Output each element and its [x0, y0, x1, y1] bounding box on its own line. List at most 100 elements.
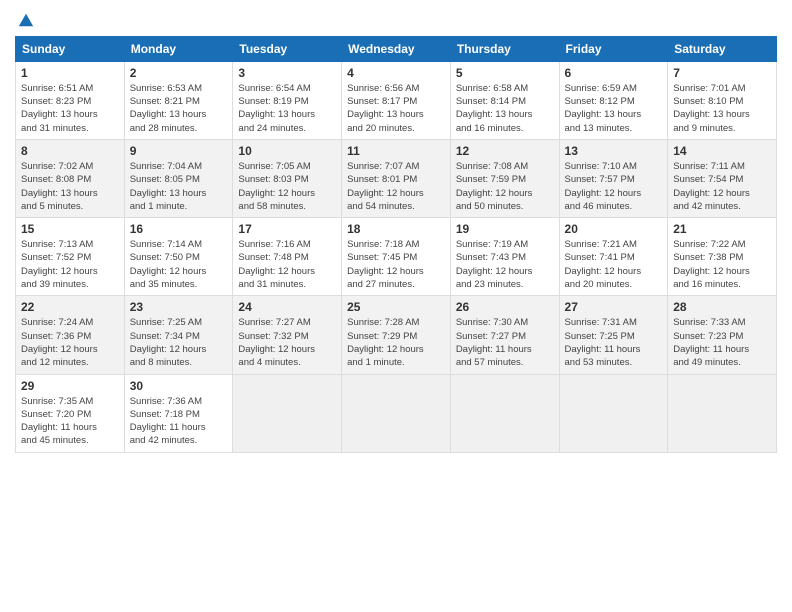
week-row-1: 1 Sunrise: 6:51 AMSunset: 8:23 PMDaylight…: [16, 61, 777, 139]
empty-cell: [233, 374, 342, 452]
day-cell-26: 26 Sunrise: 7:30 AMSunset: 7:27 PMDayligh…: [450, 296, 559, 374]
day-number: 15: [21, 222, 119, 236]
day-number: 9: [130, 144, 228, 158]
day-cell-16: 16 Sunrise: 7:14 AMSunset: 7:50 PMDayligh…: [124, 218, 233, 296]
day-number: 20: [565, 222, 663, 236]
day-info: Sunrise: 7:16 AMSunset: 7:48 PMDaylight:…: [238, 238, 336, 291]
day-cell-4: 4 Sunrise: 6:56 AMSunset: 8:17 PMDaylight…: [342, 61, 451, 139]
day-number: 6: [565, 66, 663, 80]
day-number: 28: [673, 300, 771, 314]
day-number: 17: [238, 222, 336, 236]
day-cell-12: 12 Sunrise: 7:08 AMSunset: 7:59 PMDayligh…: [450, 139, 559, 217]
day-number: 26: [456, 300, 554, 314]
day-info: Sunrise: 7:24 AMSunset: 7:36 PMDaylight:…: [21, 316, 119, 369]
day-cell-22: 22 Sunrise: 7:24 AMSunset: 7:36 PMDayligh…: [16, 296, 125, 374]
day-info: Sunrise: 7:01 AMSunset: 8:10 PMDaylight:…: [673, 82, 771, 135]
empty-cell: [342, 374, 451, 452]
day-cell-15: 15 Sunrise: 7:13 AMSunset: 7:52 PMDayligh…: [16, 218, 125, 296]
day-number: 11: [347, 144, 445, 158]
day-info: Sunrise: 7:04 AMSunset: 8:05 PMDaylight:…: [130, 160, 228, 213]
day-cell-8: 8Sunrise: 7:02 AMSunset: 8:08 PMDaylight…: [16, 139, 125, 217]
day-header-sunday: Sunday: [16, 36, 125, 61]
day-cell-5: 5 Sunrise: 6:58 AMSunset: 8:14 PMDaylight…: [450, 61, 559, 139]
day-number: 18: [347, 222, 445, 236]
day-info: Sunrise: 7:08 AMSunset: 7:59 PMDaylight:…: [456, 160, 554, 213]
day-header-saturday: Saturday: [668, 36, 777, 61]
day-info: Sunrise: 6:53 AMSunset: 8:21 PMDaylight:…: [130, 82, 228, 135]
day-cell-28: 28 Sunrise: 7:33 AMSunset: 7:23 PMDayligh…: [668, 296, 777, 374]
day-info: Sunrise: 7:14 AMSunset: 7:50 PMDaylight:…: [130, 238, 228, 291]
day-number: 7: [673, 66, 771, 80]
week-row-4: 22 Sunrise: 7:24 AMSunset: 7:36 PMDayligh…: [16, 296, 777, 374]
day-cell-24: 24Sunrise: 7:27 AMSunset: 7:32 PMDayligh…: [233, 296, 342, 374]
day-number: 22: [21, 300, 119, 314]
day-cell-23: 23 Sunrise: 7:25 AMSunset: 7:34 PMDayligh…: [124, 296, 233, 374]
day-cell-30: 30 Sunrise: 7:36 AMSunset: 7:18 PMDayligh…: [124, 374, 233, 452]
day-cell-7: 7 Sunrise: 7:01 AMSunset: 8:10 PMDaylight…: [668, 61, 777, 139]
empty-cell: [559, 374, 668, 452]
day-number: 30: [130, 379, 228, 393]
day-info: Sunrise: 7:28 AMSunset: 7:29 PMDaylight:…: [347, 316, 445, 369]
day-info: Sunrise: 7:19 AMSunset: 7:43 PMDaylight:…: [456, 238, 554, 291]
day-number: 21: [673, 222, 771, 236]
day-cell-10: 10 Sunrise: 7:05 AMSunset: 8:03 PMDayligh…: [233, 139, 342, 217]
header: [15, 10, 777, 28]
day-number: 23: [130, 300, 228, 314]
day-cell-2: 2 Sunrise: 6:53 AMSunset: 8:21 PMDaylight…: [124, 61, 233, 139]
empty-cell: [450, 374, 559, 452]
week-row-3: 15 Sunrise: 7:13 AMSunset: 7:52 PMDayligh…: [16, 218, 777, 296]
day-header-thursday: Thursday: [450, 36, 559, 61]
calendar-table: SundayMondayTuesdayWednesdayThursdayFrid…: [15, 36, 777, 453]
day-info: Sunrise: 7:22 AMSunset: 7:38 PMDaylight:…: [673, 238, 771, 291]
day-number: 2: [130, 66, 228, 80]
calendar-container: SundayMondayTuesdayWednesdayThursdayFrid…: [0, 0, 792, 463]
day-info: Sunrise: 7:25 AMSunset: 7:34 PMDaylight:…: [130, 316, 228, 369]
day-info: Sunrise: 7:10 AMSunset: 7:57 PMDaylight:…: [565, 160, 663, 213]
day-cell-27: 27 Sunrise: 7:31 AMSunset: 7:25 PMDayligh…: [559, 296, 668, 374]
day-info: Sunrise: 7:33 AMSunset: 7:23 PMDaylight:…: [673, 316, 771, 369]
day-number: 19: [456, 222, 554, 236]
day-cell-19: 19 Sunrise: 7:19 AMSunset: 7:43 PMDayligh…: [450, 218, 559, 296]
day-number: 1: [21, 66, 119, 80]
day-number: 3: [238, 66, 336, 80]
day-info: Sunrise: 6:58 AMSunset: 8:14 PMDaylight:…: [456, 82, 554, 135]
day-number: 8: [21, 144, 119, 158]
day-cell-13: 13 Sunrise: 7:10 AMSunset: 7:57 PMDayligh…: [559, 139, 668, 217]
day-number: 14: [673, 144, 771, 158]
day-number: 16: [130, 222, 228, 236]
day-info: Sunrise: 7:27 AMSunset: 7:32 PMDaylight:…: [238, 316, 336, 369]
day-info: Sunrise: 7:05 AMSunset: 8:03 PMDaylight:…: [238, 160, 336, 213]
logo: [15, 10, 35, 28]
day-cell-3: 3Sunrise: 6:54 AMSunset: 8:19 PMDaylight…: [233, 61, 342, 139]
day-number: 4: [347, 66, 445, 80]
day-info: Sunrise: 7:31 AMSunset: 7:25 PMDaylight:…: [565, 316, 663, 369]
day-number: 29: [21, 379, 119, 393]
day-header-tuesday: Tuesday: [233, 36, 342, 61]
day-cell-9: 9 Sunrise: 7:04 AMSunset: 8:05 PMDaylight…: [124, 139, 233, 217]
day-info: Sunrise: 7:35 AMSunset: 7:20 PMDaylight:…: [21, 395, 119, 448]
day-header-wednesday: Wednesday: [342, 36, 451, 61]
day-info: Sunrise: 7:36 AMSunset: 7:18 PMDaylight:…: [130, 395, 228, 448]
day-number: 13: [565, 144, 663, 158]
day-info: Sunrise: 7:13 AMSunset: 7:52 PMDaylight:…: [21, 238, 119, 291]
day-header-monday: Monday: [124, 36, 233, 61]
empty-cell: [668, 374, 777, 452]
day-info: Sunrise: 6:51 AMSunset: 8:23 PMDaylight:…: [21, 82, 119, 135]
day-cell-6: 6Sunrise: 6:59 AMSunset: 8:12 PMDaylight…: [559, 61, 668, 139]
day-info: Sunrise: 6:56 AMSunset: 8:17 PMDaylight:…: [347, 82, 445, 135]
day-number: 12: [456, 144, 554, 158]
day-cell-1: 1 Sunrise: 6:51 AMSunset: 8:23 PMDaylight…: [16, 61, 125, 139]
logo-text: [15, 10, 35, 30]
day-info: Sunrise: 7:30 AMSunset: 7:27 PMDaylight:…: [456, 316, 554, 369]
week-row-5: 29 Sunrise: 7:35 AMSunset: 7:20 PMDayligh…: [16, 374, 777, 452]
day-cell-21: 21 Sunrise: 7:22 AMSunset: 7:38 PMDayligh…: [668, 218, 777, 296]
day-number: 27: [565, 300, 663, 314]
day-info: Sunrise: 7:11 AMSunset: 7:54 PMDaylight:…: [673, 160, 771, 213]
day-number: 10: [238, 144, 336, 158]
header-row: SundayMondayTuesdayWednesdayThursdayFrid…: [16, 36, 777, 61]
day-number: 5: [456, 66, 554, 80]
day-info: Sunrise: 7:18 AMSunset: 7:45 PMDaylight:…: [347, 238, 445, 291]
week-row-2: 8Sunrise: 7:02 AMSunset: 8:08 PMDaylight…: [16, 139, 777, 217]
day-cell-18: 18 Sunrise: 7:18 AMSunset: 7:45 PMDayligh…: [342, 218, 451, 296]
day-info: Sunrise: 7:07 AMSunset: 8:01 PMDaylight:…: [347, 160, 445, 213]
